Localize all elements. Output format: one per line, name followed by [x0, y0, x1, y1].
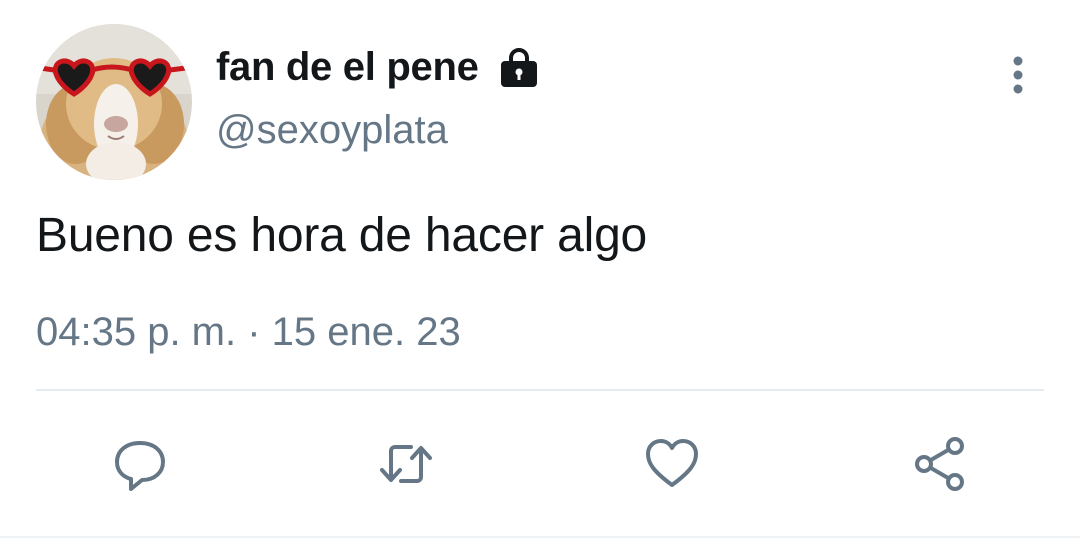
share-button[interactable]	[908, 432, 972, 496]
bottom-divider	[0, 536, 1080, 538]
tweet-text: Bueno es hora de hacer algo	[36, 209, 648, 262]
author-name-row: fan de el pene	[216, 40, 541, 94]
tweet-timestamp[interactable]: 04:35 p. m. · 15 ene. 23	[36, 310, 461, 355]
guinea-pig-avatar-image	[36, 24, 192, 180]
more-options-button[interactable]	[998, 50, 1038, 100]
retweet-icon	[380, 445, 432, 483]
avatar[interactable]	[36, 24, 192, 180]
like-button[interactable]	[640, 432, 704, 496]
lock-icon	[500, 48, 537, 87]
user-handle[interactable]: @sexoyplata	[216, 108, 448, 153]
heart-icon	[646, 439, 698, 487]
tweet-card: fan de el pene @sexoyplata Bueno es hora…	[0, 0, 1080, 555]
display-name[interactable]: fan de el pene	[216, 45, 479, 90]
reply-icon	[115, 441, 165, 491]
retweet-button[interactable]	[374, 432, 438, 496]
reply-button[interactable]	[108, 432, 172, 496]
divider	[36, 389, 1044, 391]
more-vertical-icon	[1013, 56, 1023, 94]
share-icon	[915, 437, 964, 491]
